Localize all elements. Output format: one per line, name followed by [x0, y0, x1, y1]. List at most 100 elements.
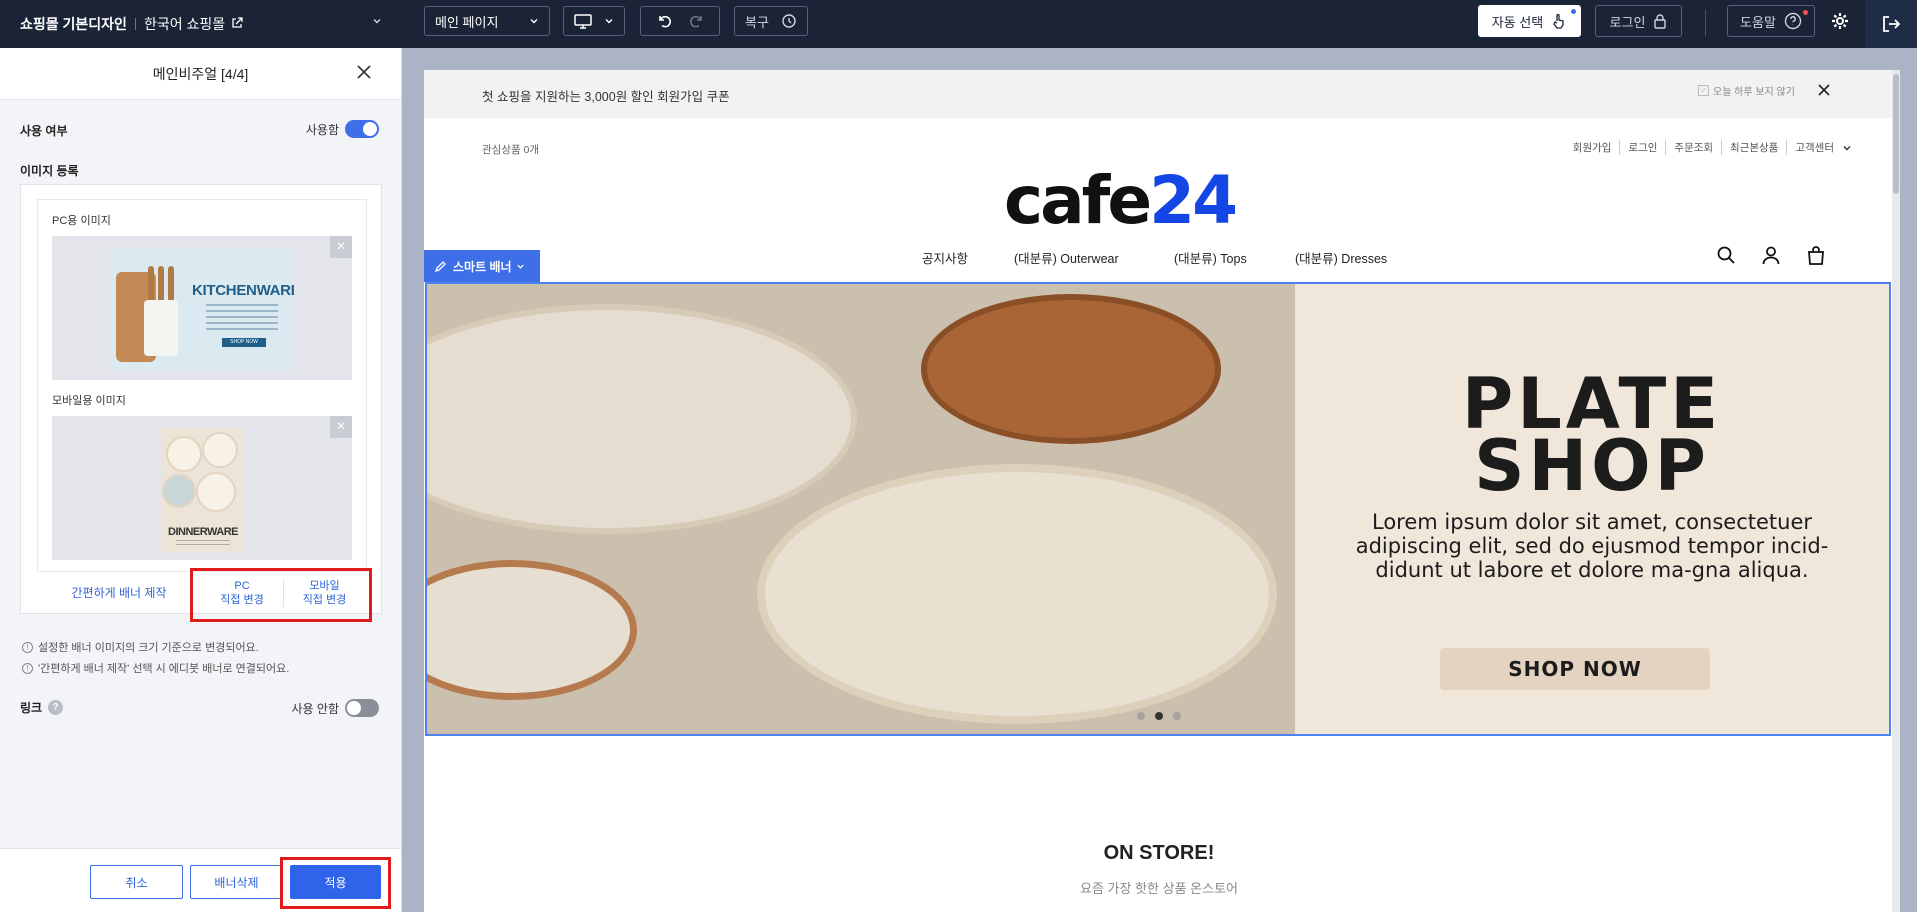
link-label: 링크 — [20, 701, 43, 715]
history-icon — [782, 14, 796, 28]
site-preview: 첫 쇼핑을 지원하는 3,000원 할인 회원가입 쿠폰 ✓ 오늘 하루 보지 … — [424, 70, 1894, 912]
gnb-item[interactable]: (대분류) Tops — [1174, 248, 1247, 267]
cart-icon[interactable] — [1806, 245, 1826, 270]
section-title: ON STORE! — [1103, 842, 1215, 864]
plate-shape — [202, 432, 238, 468]
monitor-icon — [574, 13, 592, 29]
main-visual-banner[interactable]: PLATE SHOP Lorem ipsum dolor sit amet, c… — [425, 282, 1891, 736]
chevron-down-icon[interactable] — [372, 14, 382, 29]
plate-shape — [162, 474, 196, 508]
scrollbar-thumb[interactable] — [1893, 74, 1899, 194]
use-toggle-group: 사용함 — [306, 120, 379, 138]
plate-shape — [921, 294, 1221, 444]
top-bar: 쇼핑몰 기본디자인 한국어 쇼핑몰 메인 페이지 복구 자동 선택 로그인 도움… — [0, 0, 1917, 48]
slide-dot[interactable] — [1137, 712, 1145, 720]
image-list: PC용 이미지 KITCHENWARE SHOP NOW × 모바일용 이미지 — [37, 199, 367, 571]
auto-select-label: 자동 선택 — [1491, 14, 1544, 30]
undo-redo-group — [640, 6, 720, 36]
device-select[interactable] — [563, 6, 625, 36]
checkbox-icon: ✓ — [1698, 85, 1709, 96]
utensil-jar — [144, 300, 178, 356]
site-logo[interactable]: cafe24 — [1004, 168, 1238, 234]
slide-dot-active[interactable] — [1155, 712, 1163, 720]
chevron-down-icon — [605, 19, 613, 24]
login-label: 로그인 — [1609, 14, 1646, 30]
info-icon: ! — [22, 641, 33, 653]
page-select[interactable]: 메인 페이지 — [424, 6, 550, 36]
exit-editor-button[interactable] — [1865, 0, 1917, 48]
restore-label: 복구 — [745, 14, 769, 30]
cancel-button[interactable]: 취소 — [90, 865, 183, 899]
gnb-item[interactable]: (대분류) Outerwear — [1014, 248, 1119, 267]
interest-count[interactable]: 관심상품 0개 — [482, 142, 539, 157]
chevron-down-icon — [516, 264, 524, 269]
gnb-item[interactable]: 공지사항 — [922, 248, 968, 267]
link-toggle-group: 사용 안함 — [291, 699, 379, 717]
remove-image-icon[interactable]: × — [330, 236, 352, 258]
dinnerware-thumbnail: DINNERWARE — [162, 428, 244, 552]
delete-banner-button[interactable]: 배너삭제 — [190, 865, 283, 899]
top-link[interactable]: 로그인 — [1619, 140, 1665, 155]
help-button[interactable]: 도움말 — [1727, 5, 1815, 37]
external-link-icon[interactable] — [231, 16, 243, 32]
gear-icon[interactable] — [1829, 12, 1851, 34]
pc-image-label: PC용 이미지 — [52, 215, 111, 227]
question-icon — [1784, 12, 1802, 30]
logo-part-b: 24 — [1149, 162, 1238, 239]
chevron-down-icon — [530, 19, 538, 24]
shop-selector[interactable]: 쇼핑몰 기본디자인 한국어 쇼핑몰 — [20, 0, 243, 48]
hand-pointer-icon — [1553, 13, 1564, 29]
kitchenware-thumbnail: KITCHENWARE SHOP NOW — [110, 248, 294, 370]
section-subtitle: 요즘 가장 핫한 상품 온스토어 — [1080, 881, 1238, 896]
exit-icon — [1883, 16, 1901, 32]
highlight-box-direct-change — [190, 568, 372, 622]
login-button[interactable]: 로그인 — [1595, 5, 1682, 37]
shop-now-button[interactable]: SHOP NOW — [1440, 648, 1710, 690]
mobile-image-preview[interactable]: DINNERWARE × — [52, 416, 352, 560]
top-link[interactable]: 회원가입 — [1565, 140, 1620, 155]
note-text: '간편하게 배너 제작' 선택 시 에디봇 배너로 연결되어요. — [38, 663, 290, 675]
smart-banner-label: 스마트 배너 — [453, 259, 512, 274]
page-select-value: 메인 페이지 — [435, 14, 499, 30]
help-icon[interactable]: ? — [48, 700, 64, 715]
use-toggle[interactable] — [345, 120, 379, 138]
auto-select-button[interactable]: 자동 선택 — [1478, 5, 1581, 37]
top-link[interactable]: 최근본상품 — [1721, 140, 1786, 155]
top-links: 회원가입 로그인 주문조회 최근본상품 고객센터 — [1565, 140, 1852, 155]
remove-image-icon[interactable]: × — [330, 416, 352, 438]
use-state: 사용함 — [305, 122, 339, 137]
note-text: 설정한 배너 이미지의 크기 기준으로 변경되어요. — [38, 642, 259, 654]
plate-shape — [757, 464, 1277, 724]
hide-today-checkbox[interactable]: ✓ 오늘 하루 보지 않기 — [1698, 83, 1795, 98]
settings-panel: 메인비주얼 [4/4] 사용 여부 사용함 이미지 등록 PC용 이미지 KIT… — [0, 48, 402, 912]
redo-icon[interactable] — [689, 13, 705, 29]
lock-icon — [1654, 14, 1667, 29]
dinnerware-title: DINNERWARE — [168, 526, 238, 538]
preview-scrollbar[interactable] — [1892, 70, 1900, 912]
easy-banner-button[interactable]: 간편하게 배너 제작 — [37, 584, 201, 601]
slide-indicators — [1137, 712, 1191, 720]
top-link[interactable]: 고객센터 — [1786, 140, 1842, 155]
link-state: 사용 안함 — [291, 701, 340, 716]
shop-language: 한국어 쇼핑몰 — [143, 16, 226, 32]
info-note: ! 설정한 배너 이미지의 크기 기준으로 변경되어요. — [22, 639, 259, 655]
notice-text: 첫 쇼핑을 지원하는 3,000원 할인 회원가입 쿠폰 — [482, 90, 730, 104]
restore-button[interactable]: 복구 — [734, 6, 808, 36]
top-link[interactable]: 주문조회 — [1665, 140, 1721, 155]
close-icon[interactable] — [1818, 80, 1830, 101]
link-toggle[interactable] — [345, 699, 379, 717]
panel-title: 메인비주얼 [4/4] — [152, 65, 249, 82]
close-icon[interactable] — [353, 62, 375, 84]
undo-icon[interactable] — [656, 13, 672, 29]
info-note: ! '간편하게 배너 제작' 선택 시 에디봇 배너로 연결되어요. — [22, 660, 289, 676]
user-icon[interactable] — [1761, 245, 1781, 270]
thumbnail-shop-button: SHOP NOW — [222, 338, 266, 347]
help-label: 도움말 — [1740, 14, 1776, 30]
thumbnail-text-lines — [176, 540, 230, 548]
pc-image-preview[interactable]: KITCHENWARE SHOP NOW × — [52, 236, 352, 380]
gnb-item[interactable]: (대분류) Dresses — [1295, 248, 1387, 267]
search-icon[interactable] — [1716, 245, 1736, 270]
plate-shape — [166, 436, 202, 472]
smart-banner-tag[interactable]: 스마트 배너 — [424, 250, 540, 282]
slide-dot[interactable] — [1173, 712, 1181, 720]
